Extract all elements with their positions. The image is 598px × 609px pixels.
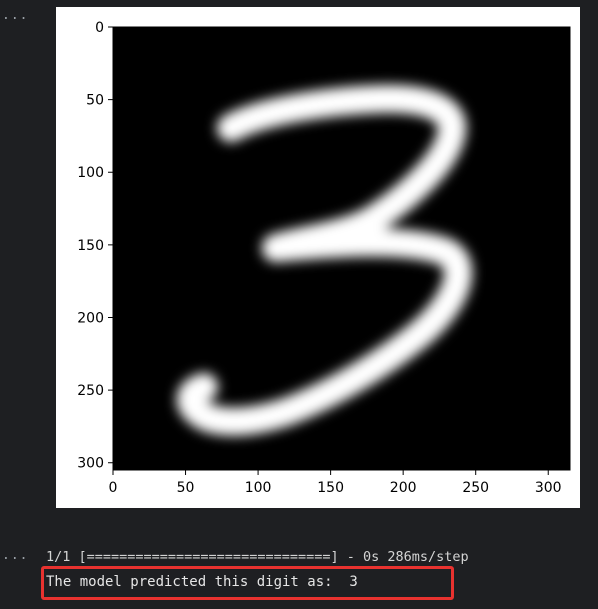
y-tick-label: 50: [86, 93, 104, 109]
y-tick-label: 200: [77, 310, 104, 326]
x-tick-label: 150: [317, 480, 344, 496]
notebook-cell-output: ... 0 50 100 150 200 250 300 0 50 100 150 200 250 30…: [0, 0, 598, 609]
output-collapse-icon[interactable]: ...: [2, 8, 28, 23]
y-tick-label: 100: [77, 165, 104, 181]
x-tick-label: 200: [390, 480, 417, 496]
y-axis: 0 50 100 150 200 250 300: [77, 20, 113, 472]
x-tick-label: 300: [535, 480, 562, 496]
x-tick-label: 100: [245, 480, 272, 496]
prediction-output-line: The model predicted this digit as: 3: [46, 574, 358, 590]
x-tick-label: 50: [177, 480, 195, 496]
matplotlib-figure: 0 50 100 150 200 250 300 0 50 100 150 200 250 300: [56, 7, 580, 508]
output-collapse-icon-2[interactable]: ...: [2, 548, 28, 563]
x-tick-label: 0: [109, 480, 118, 496]
digit-image-plot: 0 50 100 150 200 250 300 0 50 100 150 200 250 300: [77, 20, 571, 496]
y-tick-label: 0: [95, 20, 104, 36]
x-axis: 0 50 100 150 200 250 300: [109, 470, 562, 496]
y-tick-label: 150: [77, 238, 104, 254]
progress-output-line: 1/1 [==============================] - 0…: [46, 549, 469, 565]
x-tick-label: 250: [462, 480, 489, 496]
y-tick-label: 250: [77, 383, 104, 399]
y-tick-label: 300: [77, 456, 104, 472]
